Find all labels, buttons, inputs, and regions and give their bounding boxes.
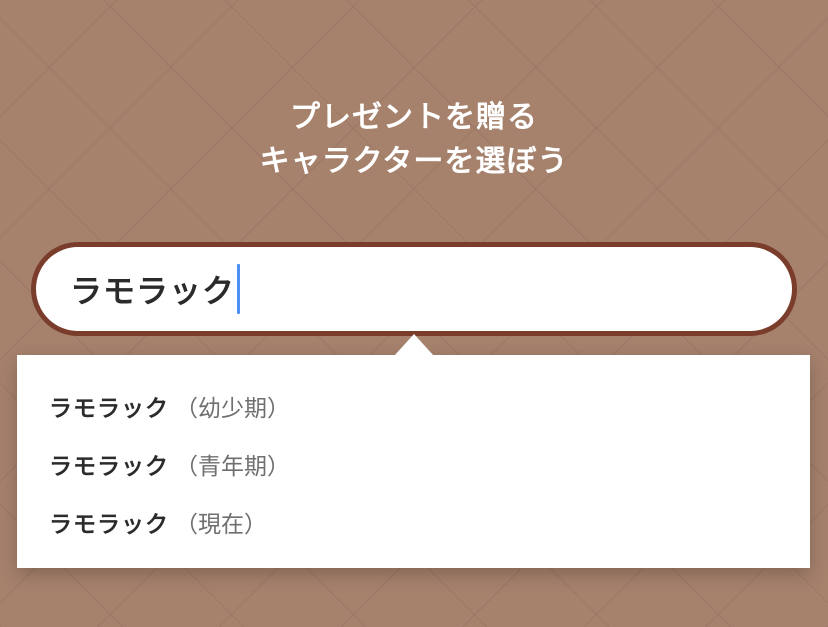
suggestion-name: ラモラック: [49, 454, 169, 480]
suggestion-name: ラモラック: [49, 512, 169, 538]
suggestion-item-youth[interactable]: ラモラック （青年期）: [17, 435, 810, 493]
present-character-select-screen: プレゼントを贈る キャラクターを選ぼう ラモラック ラモラック （幼少期） ラモ…: [0, 0, 828, 627]
dropdown-pointer-arrow: [394, 334, 434, 356]
suggestion-dropdown: ラモラック （幼少期） ラモラック （青年期） ラモラック （現在）: [17, 355, 810, 568]
page-title: プレゼントを贈る キャラクターを選ぼう: [0, 96, 828, 184]
suggestion-item-childhood[interactable]: ラモラック （幼少期）: [17, 377, 810, 435]
suggestion-detail: （現在）: [175, 512, 267, 538]
page-title-line-1: プレゼントを贈る: [290, 100, 538, 135]
suggestion-name: ラモラック: [49, 396, 169, 422]
page-title-line-2: キャラクターを選ぼう: [259, 144, 569, 179]
suggestion-detail: （幼少期）: [175, 396, 290, 422]
text-caret: [237, 264, 241, 314]
search-input-value[interactable]: ラモラック: [70, 266, 235, 312]
suggestion-item-present[interactable]: ラモラック （現在）: [17, 493, 810, 551]
suggestion-detail: （青年期）: [175, 454, 290, 480]
character-search-input[interactable]: ラモラック: [31, 242, 797, 336]
